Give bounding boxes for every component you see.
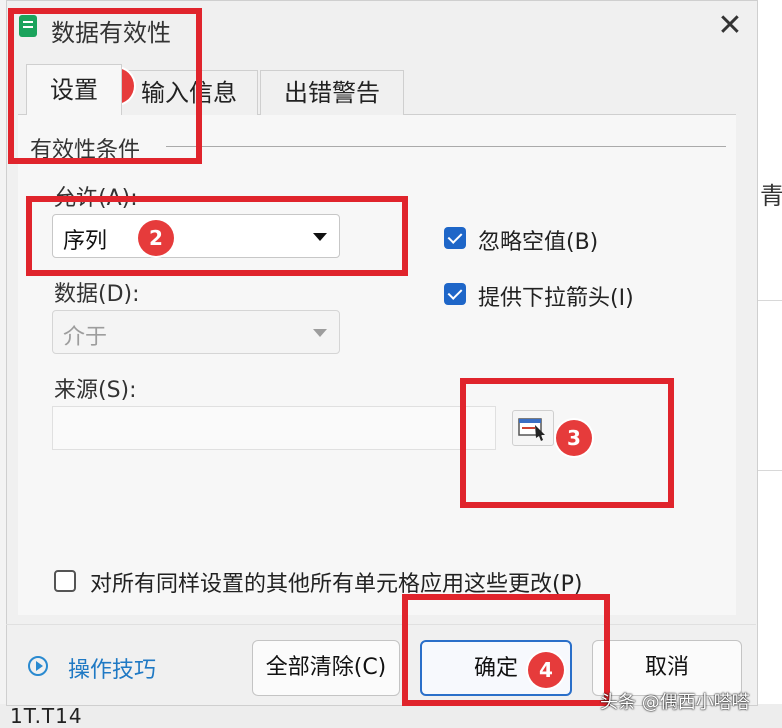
clear-all-button[interactable]: 全部清除(C) [252, 640, 400, 696]
source-input[interactable] [52, 406, 496, 450]
source-label: 来源(S): [54, 378, 137, 403]
ignore-blank-label: 忽略空值(B) [478, 230, 599, 255]
apply-all-checkbox[interactable] [54, 570, 76, 592]
data-select: 介于 [52, 310, 340, 354]
step-badge-4: 4 [528, 652, 564, 688]
data-label: 数据(D): [54, 282, 140, 307]
in-cell-dropdown-checkbox[interactable] [444, 283, 466, 305]
background-row-text: 1T.T14 [10, 704, 83, 728]
highlight-box-ok-button [402, 594, 610, 706]
ignore-blank-checkbox[interactable] [444, 227, 466, 249]
watermark: 头条 @偶西小嗒嗒 [600, 692, 750, 713]
step-badge-2: 2 [138, 220, 174, 256]
in-cell-dropdown-label: 提供下拉箭头(I) [478, 286, 634, 311]
data-select-value: 介于 [63, 325, 108, 350]
group-divider [166, 146, 726, 147]
highlight-box-allow-select [26, 196, 408, 276]
background-cell-text: 青 [760, 182, 782, 210]
dropdown-arrow-icon [313, 329, 327, 337]
step-badge-3: 3 [556, 420, 592, 456]
play-circle-icon[interactable] [28, 656, 48, 676]
footer-divider [6, 624, 756, 625]
tab-error-alert[interactable]: 出错警告 [260, 70, 404, 115]
tab-settings[interactable]: 设置 [26, 64, 122, 115]
close-button[interactable]: ✕ [715, 11, 745, 41]
tips-link[interactable]: 操作技巧 [68, 652, 156, 684]
